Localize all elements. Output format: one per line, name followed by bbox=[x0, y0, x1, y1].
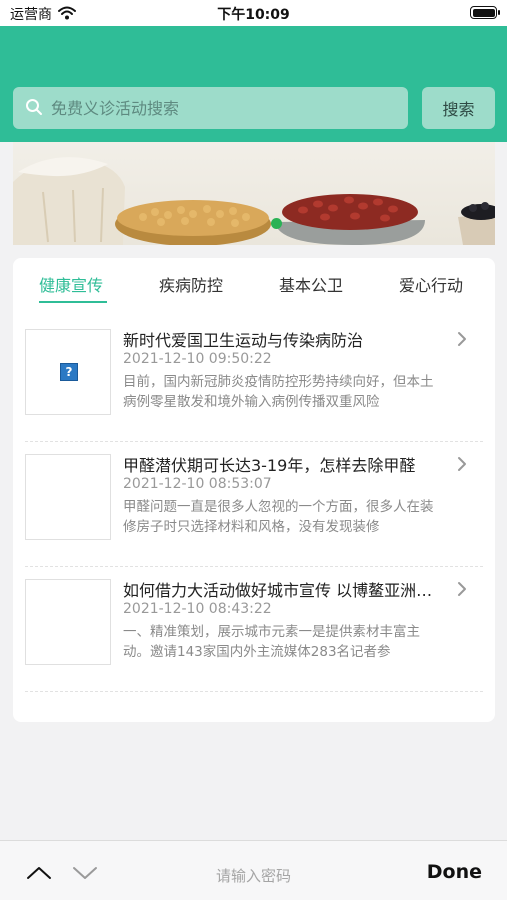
search-input[interactable] bbox=[51, 87, 396, 129]
header: 搜索 bbox=[0, 26, 507, 142]
keyboard-accessory-bar: 请输入密码 Done bbox=[0, 840, 507, 900]
search-box[interactable] bbox=[13, 87, 408, 129]
article-item[interactable]: 甲醛潜伏期可长达3-19年，怎样去除甲醛 2021-12-10 08:53:07… bbox=[13, 442, 495, 567]
article-title: 甲醛潜伏期可长达3-19年，怎样去除甲醛 bbox=[123, 456, 416, 475]
chevron-right-icon bbox=[457, 581, 467, 601]
article-title: 新时代爱国卫生运动与传染病防治 bbox=[123, 331, 364, 350]
news-card: 健康宣传 疾病防控 基本公卫 爱心行动 ? 新时代爱国卫生运动与传染病防治 20… bbox=[13, 258, 495, 722]
article-date: 2021-12-10 09:50:22 bbox=[123, 351, 272, 367]
clock-time: 下午10:09 bbox=[217, 7, 290, 23]
chevron-right-icon bbox=[457, 456, 467, 476]
banner-image bbox=[13, 157, 495, 245]
article-thumbnail: ? bbox=[25, 329, 111, 415]
battery-icon bbox=[470, 6, 500, 19]
article-item[interactable]: ? 新时代爱国卫生运动与传染病防治 2021-12-10 09:50:22 目前… bbox=[13, 317, 495, 442]
tab-public-health[interactable]: 基本公卫 bbox=[279, 272, 343, 296]
article-item[interactable]: 如何借力大活动做好城市宣传 以博鳌亚洲论坛 2021-12-10 08:43:2… bbox=[13, 567, 495, 692]
broken-image-icon: ? bbox=[60, 363, 78, 381]
active-tab-indicator bbox=[39, 301, 107, 303]
tab-charity-action[interactable]: 爱心行动 bbox=[399, 272, 463, 296]
tab-disease-control[interactable]: 疾病防控 bbox=[159, 272, 223, 296]
done-button[interactable]: Done bbox=[427, 861, 482, 883]
banner-indicator-dot[interactable] bbox=[271, 218, 282, 229]
article-summary: 甲醛问题一直是很多人忽视的一个方面，很多人在装修房子时只选择材料和风格，没有发现… bbox=[123, 499, 434, 535]
tab-health-promotion[interactable]: 健康宣传 bbox=[39, 272, 103, 296]
search-icon bbox=[25, 98, 43, 120]
article-summary: 目前，国内新冠肺炎疫情防控形势持续向好，但本土病例零星散发和境外输入病例传播双重… bbox=[123, 374, 434, 410]
article-title: 如何借力大活动做好城市宣传 以博鳌亚洲论坛 bbox=[123, 581, 439, 600]
article-summary: 一、精准策划，展示城市元素一是提供素材丰富主动。邀请143家国内外主流媒体283… bbox=[123, 624, 420, 660]
chevron-right-icon bbox=[457, 331, 467, 351]
search-button[interactable]: 搜索 bbox=[422, 87, 495, 129]
banner-carousel[interactable] bbox=[13, 142, 495, 245]
row-divider bbox=[25, 691, 483, 692]
article-thumbnail bbox=[25, 454, 111, 540]
category-tabs: 健康宣传 疾病防控 基本公卫 爱心行动 bbox=[13, 258, 495, 306]
article-thumbnail bbox=[25, 579, 111, 665]
status-bar: 运营商 下午10:09 bbox=[0, 0, 507, 26]
article-date: 2021-12-10 08:43:22 bbox=[123, 601, 272, 617]
article-date: 2021-12-10 08:53:07 bbox=[123, 476, 272, 492]
